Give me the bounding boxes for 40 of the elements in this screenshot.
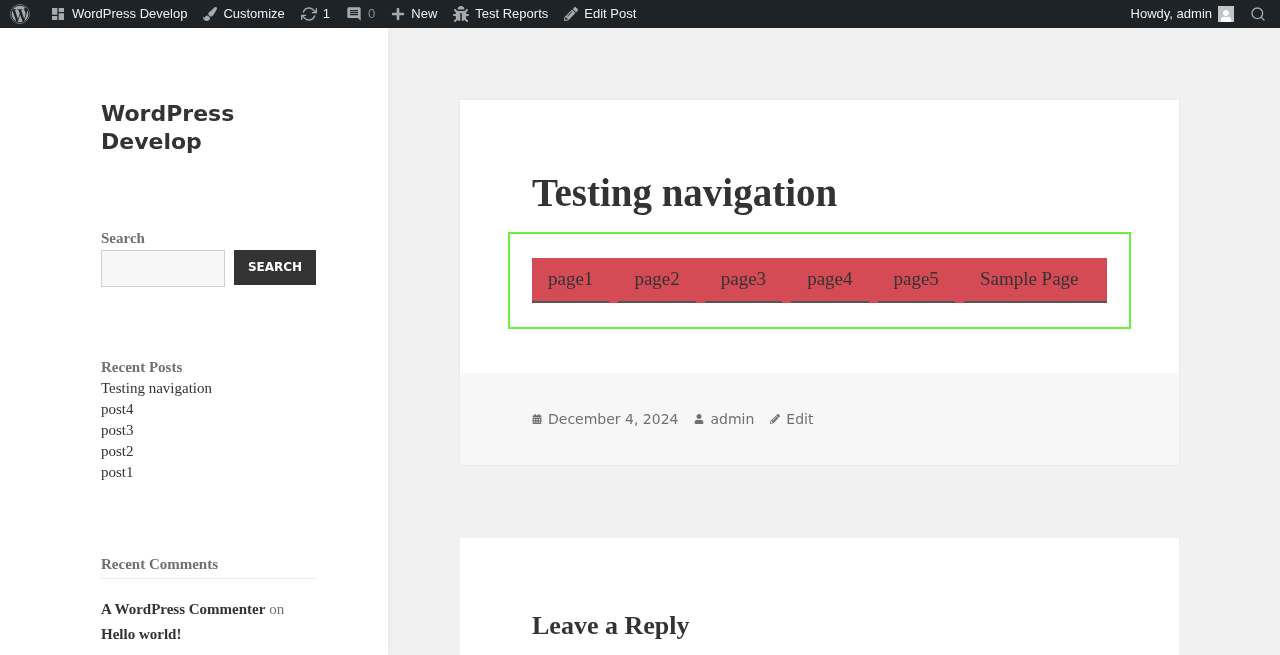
dashboard-icon: [50, 6, 66, 22]
admin-bar-item[interactable]: WordPress Develop: [42, 0, 196, 28]
post-title: Testing navigation: [532, 170, 839, 216]
recent-post-link[interactable]: post3: [101, 420, 134, 441]
recent-post-link[interactable]: Testing navigation: [101, 378, 212, 399]
comment-author-link[interactable]: A WordPress Commenter: [101, 600, 266, 617]
post-author-link[interactable]: admin: [710, 408, 755, 430]
reply-title: Leave a Reply: [532, 610, 691, 642]
person-icon: [694, 414, 705, 424]
widget-title: Recent Posts: [101, 357, 184, 377]
search-button[interactable]: SEARCH: [234, 249, 316, 285]
paintbrush-icon: [203, 7, 218, 21]
recent-post-link[interactable]: post1: [101, 462, 134, 483]
comment-post-link[interactable]: Hello world!: [101, 621, 182, 647]
admin-bar-item[interactable]: Customize: [195, 0, 293, 28]
avatar-icon: [1218, 6, 1234, 22]
search-field[interactable]: [101, 249, 225, 287]
post-date-link[interactable]: December 4, 2024: [548, 408, 679, 430]
search-label: Search: [101, 229, 146, 248]
pencil-icon: [770, 414, 781, 424]
bug-icon: [453, 6, 470, 22]
recent-post-link[interactable]: post2: [101, 441, 134, 462]
refresh-icon: [300, 6, 317, 22]
edit-post-link[interactable]: Edit: [786, 408, 814, 430]
admin-bar-item[interactable]: 1: [292, 0, 339, 28]
account-menu[interactable]: Howdy, admin: [1122, 0, 1242, 28]
admin-bar-item[interactable]: 0: [338, 0, 384, 28]
admin-bar-item[interactable]: New: [383, 0, 446, 28]
comment-connector: on: [269, 600, 285, 617]
admin-bar-item[interactable]: Edit Post: [556, 0, 645, 28]
admin-bar-item[interactable]: Test Reports: [445, 0, 557, 28]
widget-title: Recent Comments: [101, 553, 316, 579]
pencil-icon: [564, 7, 579, 21]
site-title[interactable]: WordPress Develop: [101, 100, 251, 156]
search-icon[interactable]: [1250, 6, 1266, 22]
comment-icon: [346, 6, 363, 22]
recent-post-link[interactable]: post4: [101, 399, 134, 420]
wordpress-logo-icon: [10, 4, 30, 24]
calendar-icon: [532, 414, 542, 424]
plus-icon: [391, 7, 406, 21]
